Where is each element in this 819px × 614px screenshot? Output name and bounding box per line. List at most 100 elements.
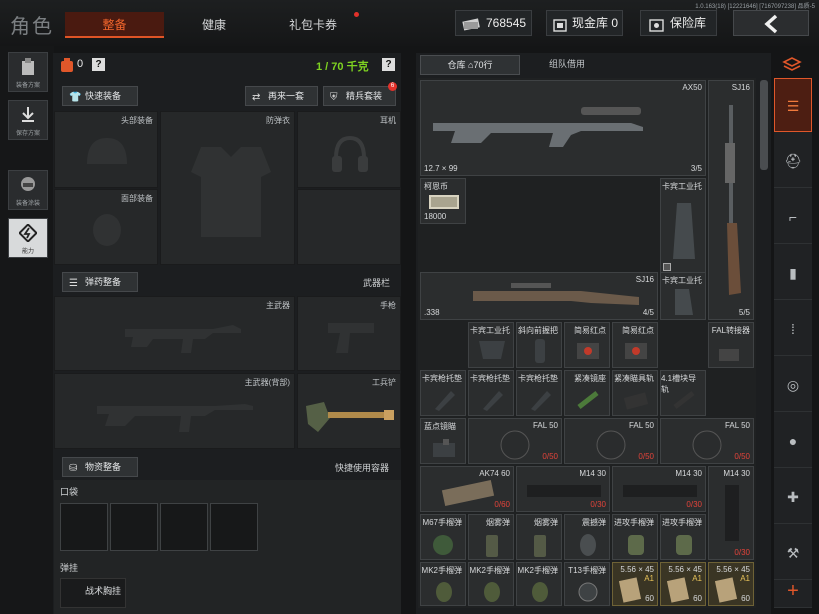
item-buttpad[interactable]: 卡宾枪托垫	[420, 370, 466, 416]
item-flashbang[interactable]: 震撼弹	[564, 514, 610, 560]
category-helmet[interactable]: ⛑	[774, 134, 812, 188]
item-buttpad[interactable]: 卡宾枪托垫	[516, 370, 562, 416]
supply-prep-button[interactable]: ⛁ 物资整备	[62, 457, 138, 477]
magazine-icon	[527, 485, 601, 497]
slot-primary[interactable]: 主武器	[54, 296, 295, 371]
sort-icon[interactable]	[782, 56, 802, 74]
ammo-box-icon	[715, 577, 737, 603]
warehouse-scrollbar[interactable]	[760, 80, 768, 170]
grenade-icon	[433, 535, 453, 555]
chest-rig-slot[interactable]: 战术胸挂	[60, 578, 126, 608]
item-ammo-box[interactable]: 5.56 × 45 A1 60	[660, 562, 706, 606]
item-offensive-grenade[interactable]: 进攻手榴弹	[660, 514, 706, 560]
item-fal-drum[interactable]: FAL 50 0/50	[468, 418, 562, 464]
item-scope-mount[interactable]: 紧凑镜座	[564, 370, 610, 416]
weight-help-button[interactable]: ?	[382, 58, 395, 71]
scope-icon: ◎	[786, 377, 800, 393]
item-m67-grenade[interactable]: M67手榴弹	[420, 514, 466, 560]
tab-health[interactable]: 健康	[166, 12, 262, 38]
category-all[interactable]: ☰	[774, 78, 812, 132]
slot-primary-back[interactable]: 主武器(背部)	[54, 373, 295, 449]
shovel-icon	[306, 402, 394, 432]
category-scope[interactable]: ◎	[774, 358, 812, 412]
armor-icon	[191, 147, 271, 237]
item-stock[interactable]: 卡宾工业托	[468, 322, 514, 368]
add-category-button[interactable]: +	[774, 574, 812, 608]
slot-head[interactable]: 头部装备	[54, 111, 158, 188]
item-ak74-mag[interactable]: AK74 60 0/60	[420, 466, 514, 512]
item-red-dot[interactable]: 简易红点	[564, 322, 610, 368]
item-smoke-grenade[interactable]: 烟雾弹	[468, 514, 514, 560]
category-tool[interactable]: ⚒	[774, 526, 812, 580]
item-buttpad[interactable]: 卡宾枪托垫	[468, 370, 514, 416]
slot-pistol[interactable]: 手枪	[297, 296, 401, 371]
ammo-prep-button[interactable]: ☰ 弹药整备	[62, 272, 138, 292]
item-rail[interactable]: 紧凑瞄具轨	[612, 370, 658, 416]
safe-vault-button[interactable]: 保险库	[640, 10, 717, 36]
item-fal-drum[interactable]: FAL 50 0/50	[564, 418, 658, 464]
item-foregrip[interactable]: 斜向前握把	[516, 322, 562, 368]
item-mk2-grenade[interactable]: MK2手榴弹	[516, 562, 562, 606]
category-magazine[interactable]: ▮	[774, 246, 812, 300]
slot-extra[interactable]	[297, 189, 401, 265]
item-sj16[interactable]: SJ16 .338 4/5	[420, 272, 658, 320]
quick-equip-button[interactable]: 👕 快速装备	[62, 86, 138, 106]
item-cash[interactable]: 柯恩币 18000	[420, 178, 466, 224]
pocket-slot[interactable]	[210, 503, 258, 551]
nav-save-plan[interactable]: 保存方案	[8, 100, 48, 140]
item-mk2-grenade[interactable]: MK2手榴弹	[420, 562, 466, 606]
repeat-set-button[interactable]: ⇄ 再来一套	[245, 86, 318, 106]
magazine-icon	[623, 485, 697, 497]
nav-loadout-plan[interactable]: 装备方案	[8, 52, 48, 92]
category-grenade[interactable]: ●	[774, 414, 812, 468]
back-button[interactable]	[733, 10, 809, 36]
item-fal-adapter[interactable]: FAL转接器	[708, 322, 754, 368]
item-mini-rail[interactable]: 4.1槽块导轨	[660, 370, 706, 416]
item-ammo-box[interactable]: 5.56 × 45 A1 60	[612, 562, 658, 606]
elite-set-button[interactable]: ⛨ 精兵套装	[323, 86, 396, 106]
mount-icon	[577, 391, 599, 409]
tool-icon: ⚒	[786, 545, 800, 561]
category-rifle[interactable]: ⌐	[774, 190, 812, 244]
item-stock[interactable]: 卡宾工业托	[660, 272, 706, 320]
money-icon	[462, 15, 480, 31]
item-sj16-vertical[interactable]: SJ16 5/5	[708, 80, 754, 320]
slot-earpiece[interactable]: 耳机	[297, 111, 401, 188]
backpack-icon	[60, 58, 74, 75]
nav-paint[interactable]: 装备涂装	[8, 170, 48, 210]
item-red-dot[interactable]: 简易红点	[612, 322, 658, 368]
item-smoke-grenade[interactable]: 烟雾弹	[516, 514, 562, 560]
slot-armor[interactable]: 防弹衣	[160, 111, 295, 265]
item-m14-mag-vertical[interactable]: M14 30 0/30	[708, 466, 754, 560]
category-ammo[interactable]: ⁞	[774, 302, 812, 356]
pocket-slot[interactable]	[110, 503, 158, 551]
item-ax50[interactable]: AX50 12.7 × 99 3/5	[420, 80, 706, 176]
tab-team-borrow[interactable]: 组队借用	[525, 55, 609, 75]
ammo-list-icon: ☰	[69, 278, 78, 289]
tab-gear[interactable]: 整备	[65, 12, 164, 38]
nav-ability[interactable]: 能力	[8, 218, 48, 258]
pocket-slot[interactable]	[160, 503, 208, 551]
item-m14-mag[interactable]: M14 30 0/30	[516, 466, 610, 512]
add-icon: +	[787, 580, 799, 602]
item-ammo-box[interactable]: 5.56 × 45 A1 60	[708, 562, 754, 606]
cash-vault-button[interactable]: 现金库 0	[546, 10, 623, 36]
safe-icon	[649, 16, 664, 40]
red-dot-sight-icon	[577, 343, 599, 359]
item-stock[interactable]: 卡宾工业托	[660, 178, 706, 274]
slot-face[interactable]: 面部装备	[54, 189, 158, 265]
item-fal-drum[interactable]: FAL 50 0/50	[660, 418, 754, 464]
item-m14-mag[interactable]: M14 30 0/30	[612, 466, 706, 512]
tab-warehouse[interactable]: 仓库 ⌂70行	[420, 55, 520, 75]
item-mk2-grenade[interactable]: MK2手榴弹	[468, 562, 514, 606]
help-button[interactable]: ?	[92, 58, 105, 71]
item-offensive-grenade[interactable]: 进攻手榴弹	[612, 514, 658, 560]
pistol-icon	[328, 323, 374, 353]
slot-shovel[interactable]: 工兵铲	[297, 373, 401, 449]
bag-icon: ⛁	[69, 463, 78, 474]
pocket-slot[interactable]	[60, 503, 108, 551]
tab-gift[interactable]: 礼包卡券	[265, 12, 361, 38]
item-blue-dot-sight[interactable]: 蓝点镜瞄	[420, 418, 466, 464]
item-t13-grenade[interactable]: T13手榴弹	[564, 562, 610, 606]
category-medical[interactable]: ✚	[774, 470, 812, 524]
